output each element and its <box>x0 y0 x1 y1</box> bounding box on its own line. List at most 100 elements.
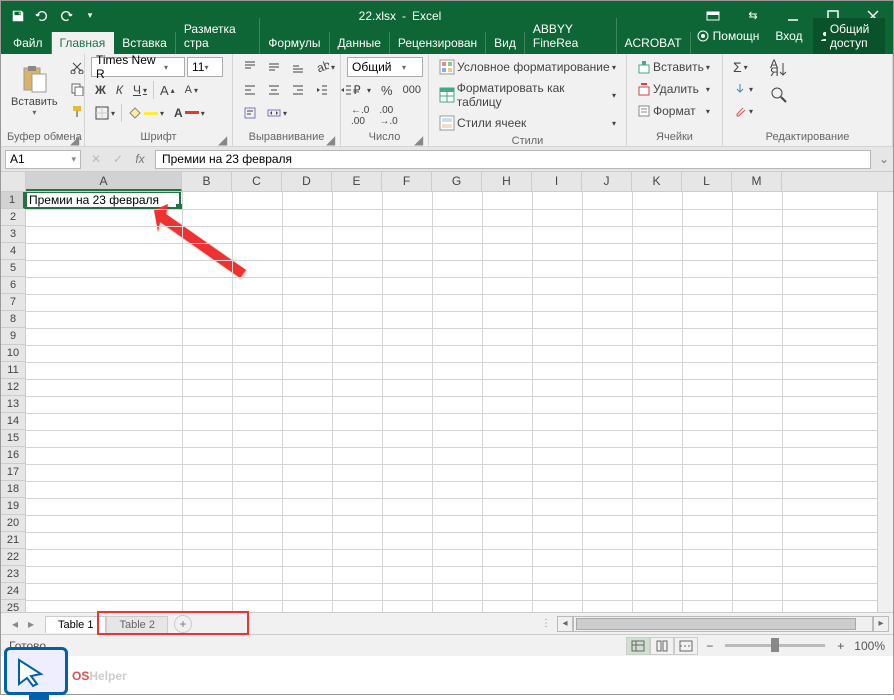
font-name-dropdown[interactable]: Times New R▾ <box>91 57 185 77</box>
select-all-triangle[interactable] <box>1 172 26 191</box>
currency-icon[interactable]: ₽▾ <box>347 80 375 100</box>
row-header[interactable]: 20 <box>1 515 25 532</box>
column-header[interactable]: J <box>582 172 632 191</box>
zoom-level[interactable]: 100% <box>854 639 885 653</box>
cancel-formula-icon[interactable]: ✕ <box>85 152 107 166</box>
view-page-layout-icon[interactable] <box>650 637 674 655</box>
increase-font-icon[interactable]: A▴ <box>156 80 179 100</box>
column-header[interactable]: D <box>282 172 332 191</box>
paste-button[interactable]: Вставить ▾ <box>7 57 62 123</box>
row-header[interactable]: 16 <box>1 447 25 464</box>
row-header[interactable]: 11 <box>1 362 25 379</box>
orientation-icon[interactable]: ab▾ <box>311 57 339 77</box>
align-bottom-icon[interactable] <box>287 57 309 77</box>
add-sheet-icon[interactable]: + <box>174 615 192 633</box>
font-color-button[interactable]: А▾ <box>170 103 209 123</box>
alignment-launcher-icon[interactable]: ◢ <box>326 133 338 145</box>
active-cell[interactable]: Премии на 23 февраля <box>25 192 181 209</box>
decrease-indent-icon[interactable] <box>311 80 333 100</box>
column-header[interactable]: H <box>482 172 532 191</box>
row-header[interactable]: 5 <box>1 260 25 277</box>
tell-me[interactable]: Помощн <box>691 25 766 47</box>
percent-icon[interactable]: % <box>377 80 397 100</box>
name-box[interactable]: A1▾ <box>5 150 81 169</box>
zoom-in-icon[interactable]: + <box>837 639 844 653</box>
row-header[interactable]: 14 <box>1 413 25 430</box>
tab-data[interactable]: Данные <box>330 32 390 54</box>
delete-cells-button[interactable]: Удалить▾ <box>633 79 714 99</box>
format-cells-button[interactable]: Формат▾ <box>633 101 714 121</box>
column-header[interactable]: E <box>332 172 382 191</box>
row-header[interactable]: 13 <box>1 396 25 413</box>
row-header[interactable]: 18 <box>1 481 25 498</box>
column-header[interactable]: F <box>382 172 432 191</box>
row-header[interactable]: 19 <box>1 498 25 515</box>
decrease-decimal-icon[interactable]: .00→.0 <box>375 103 401 129</box>
save-icon[interactable] <box>7 5 29 27</box>
sheet-tab-1[interactable]: Table 1 <box>45 616 106 633</box>
row-header[interactable]: 8 <box>1 311 25 328</box>
sheet-nav-next-icon[interactable]: ▸ <box>23 617 39 631</box>
row-header[interactable]: 2 <box>1 209 25 226</box>
redo-icon[interactable] <box>55 5 77 27</box>
row-header[interactable]: 15 <box>1 430 25 447</box>
borders-button[interactable]: ▾ <box>91 103 119 123</box>
row-header[interactable]: 6 <box>1 277 25 294</box>
namebox-dropdown-icon[interactable]: ▾ <box>71 154 76 165</box>
qat-customize-icon[interactable]: ▾ <box>79 5 101 27</box>
sort-filter-button[interactable]: АЯ <box>765 57 793 81</box>
tab-abbyy[interactable]: ABBYY FineRea <box>525 18 617 54</box>
fill-color-button[interactable]: ▾ <box>124 103 168 123</box>
share-button[interactable]: Общий доступ <box>813 18 885 54</box>
formula-bar-input[interactable]: Премии на 23 февраля <box>155 150 871 169</box>
fill-button[interactable]: ▾ <box>729 79 757 99</box>
tab-insert[interactable]: Вставка <box>114 32 176 54</box>
increase-decimal-icon[interactable]: ←.0.00 <box>347 103 373 129</box>
column-header[interactable]: C <box>232 172 282 191</box>
comma-icon[interactable]: 000 <box>399 80 425 100</box>
align-left-icon[interactable] <box>239 80 261 100</box>
clear-button[interactable]: ▾ <box>729 101 757 121</box>
clipboard-launcher-icon[interactable]: ◢ <box>70 133 82 145</box>
hscroll-right-icon[interactable]: ▸ <box>873 616 889 632</box>
italic-button[interactable]: К <box>112 80 127 100</box>
hscroll-left-icon[interactable]: ◂ <box>557 616 573 632</box>
format-as-table-button[interactable]: Форматировать как таблицу▾ <box>435 79 620 111</box>
align-right-icon[interactable] <box>287 80 309 100</box>
row-header[interactable]: 24 <box>1 583 25 600</box>
tab-acrobat[interactable]: ACROBAT <box>617 32 691 54</box>
align-top-icon[interactable] <box>239 57 261 77</box>
row-header[interactable]: 12 <box>1 379 25 396</box>
zoom-out-icon[interactable]: − <box>706 639 713 653</box>
tab-home[interactable]: Главная <box>52 32 115 54</box>
row-header[interactable]: 23 <box>1 566 25 583</box>
view-normal-icon[interactable] <box>626 637 650 655</box>
row-header[interactable]: 21 <box>1 532 25 549</box>
font-size-dropdown[interactable]: 11▾ <box>187 57 223 77</box>
horizontal-scrollbar[interactable] <box>573 616 873 632</box>
row-header[interactable]: 3 <box>1 226 25 243</box>
find-select-button[interactable] <box>765 83 793 107</box>
tab-review[interactable]: Рецензирован <box>390 32 486 54</box>
row-header[interactable]: 17 <box>1 464 25 481</box>
align-center-icon[interactable] <box>263 80 285 100</box>
number-launcher-icon[interactable]: ◢ <box>414 133 426 145</box>
sheet-tab-2[interactable]: Table 2 <box>106 616 167 633</box>
row-header[interactable]: 1 <box>1 192 25 209</box>
cell-styles-button[interactable]: Стили ячеек▾ <box>435 113 620 133</box>
underline-button[interactable]: Ч▾ <box>129 80 151 100</box>
wrap-text-icon[interactable] <box>239 103 261 123</box>
row-header[interactable]: 22 <box>1 549 25 566</box>
enter-formula-icon[interactable]: ✓ <box>107 152 129 166</box>
zoom-slider[interactable] <box>725 644 825 647</box>
decrease-font-icon[interactable]: A▾ <box>181 80 202 100</box>
column-header[interactable]: L <box>682 172 732 191</box>
bold-button[interactable]: Ж <box>91 80 110 100</box>
column-header[interactable]: G <box>432 172 482 191</box>
column-header[interactable]: I <box>532 172 582 191</box>
row-header[interactable]: 7 <box>1 294 25 311</box>
insert-cells-button[interactable]: Вставить▾ <box>633 57 714 77</box>
tab-formulas[interactable]: Формулы <box>260 32 329 54</box>
row-header[interactable]: 9 <box>1 328 25 345</box>
column-header[interactable]: M <box>732 172 782 191</box>
